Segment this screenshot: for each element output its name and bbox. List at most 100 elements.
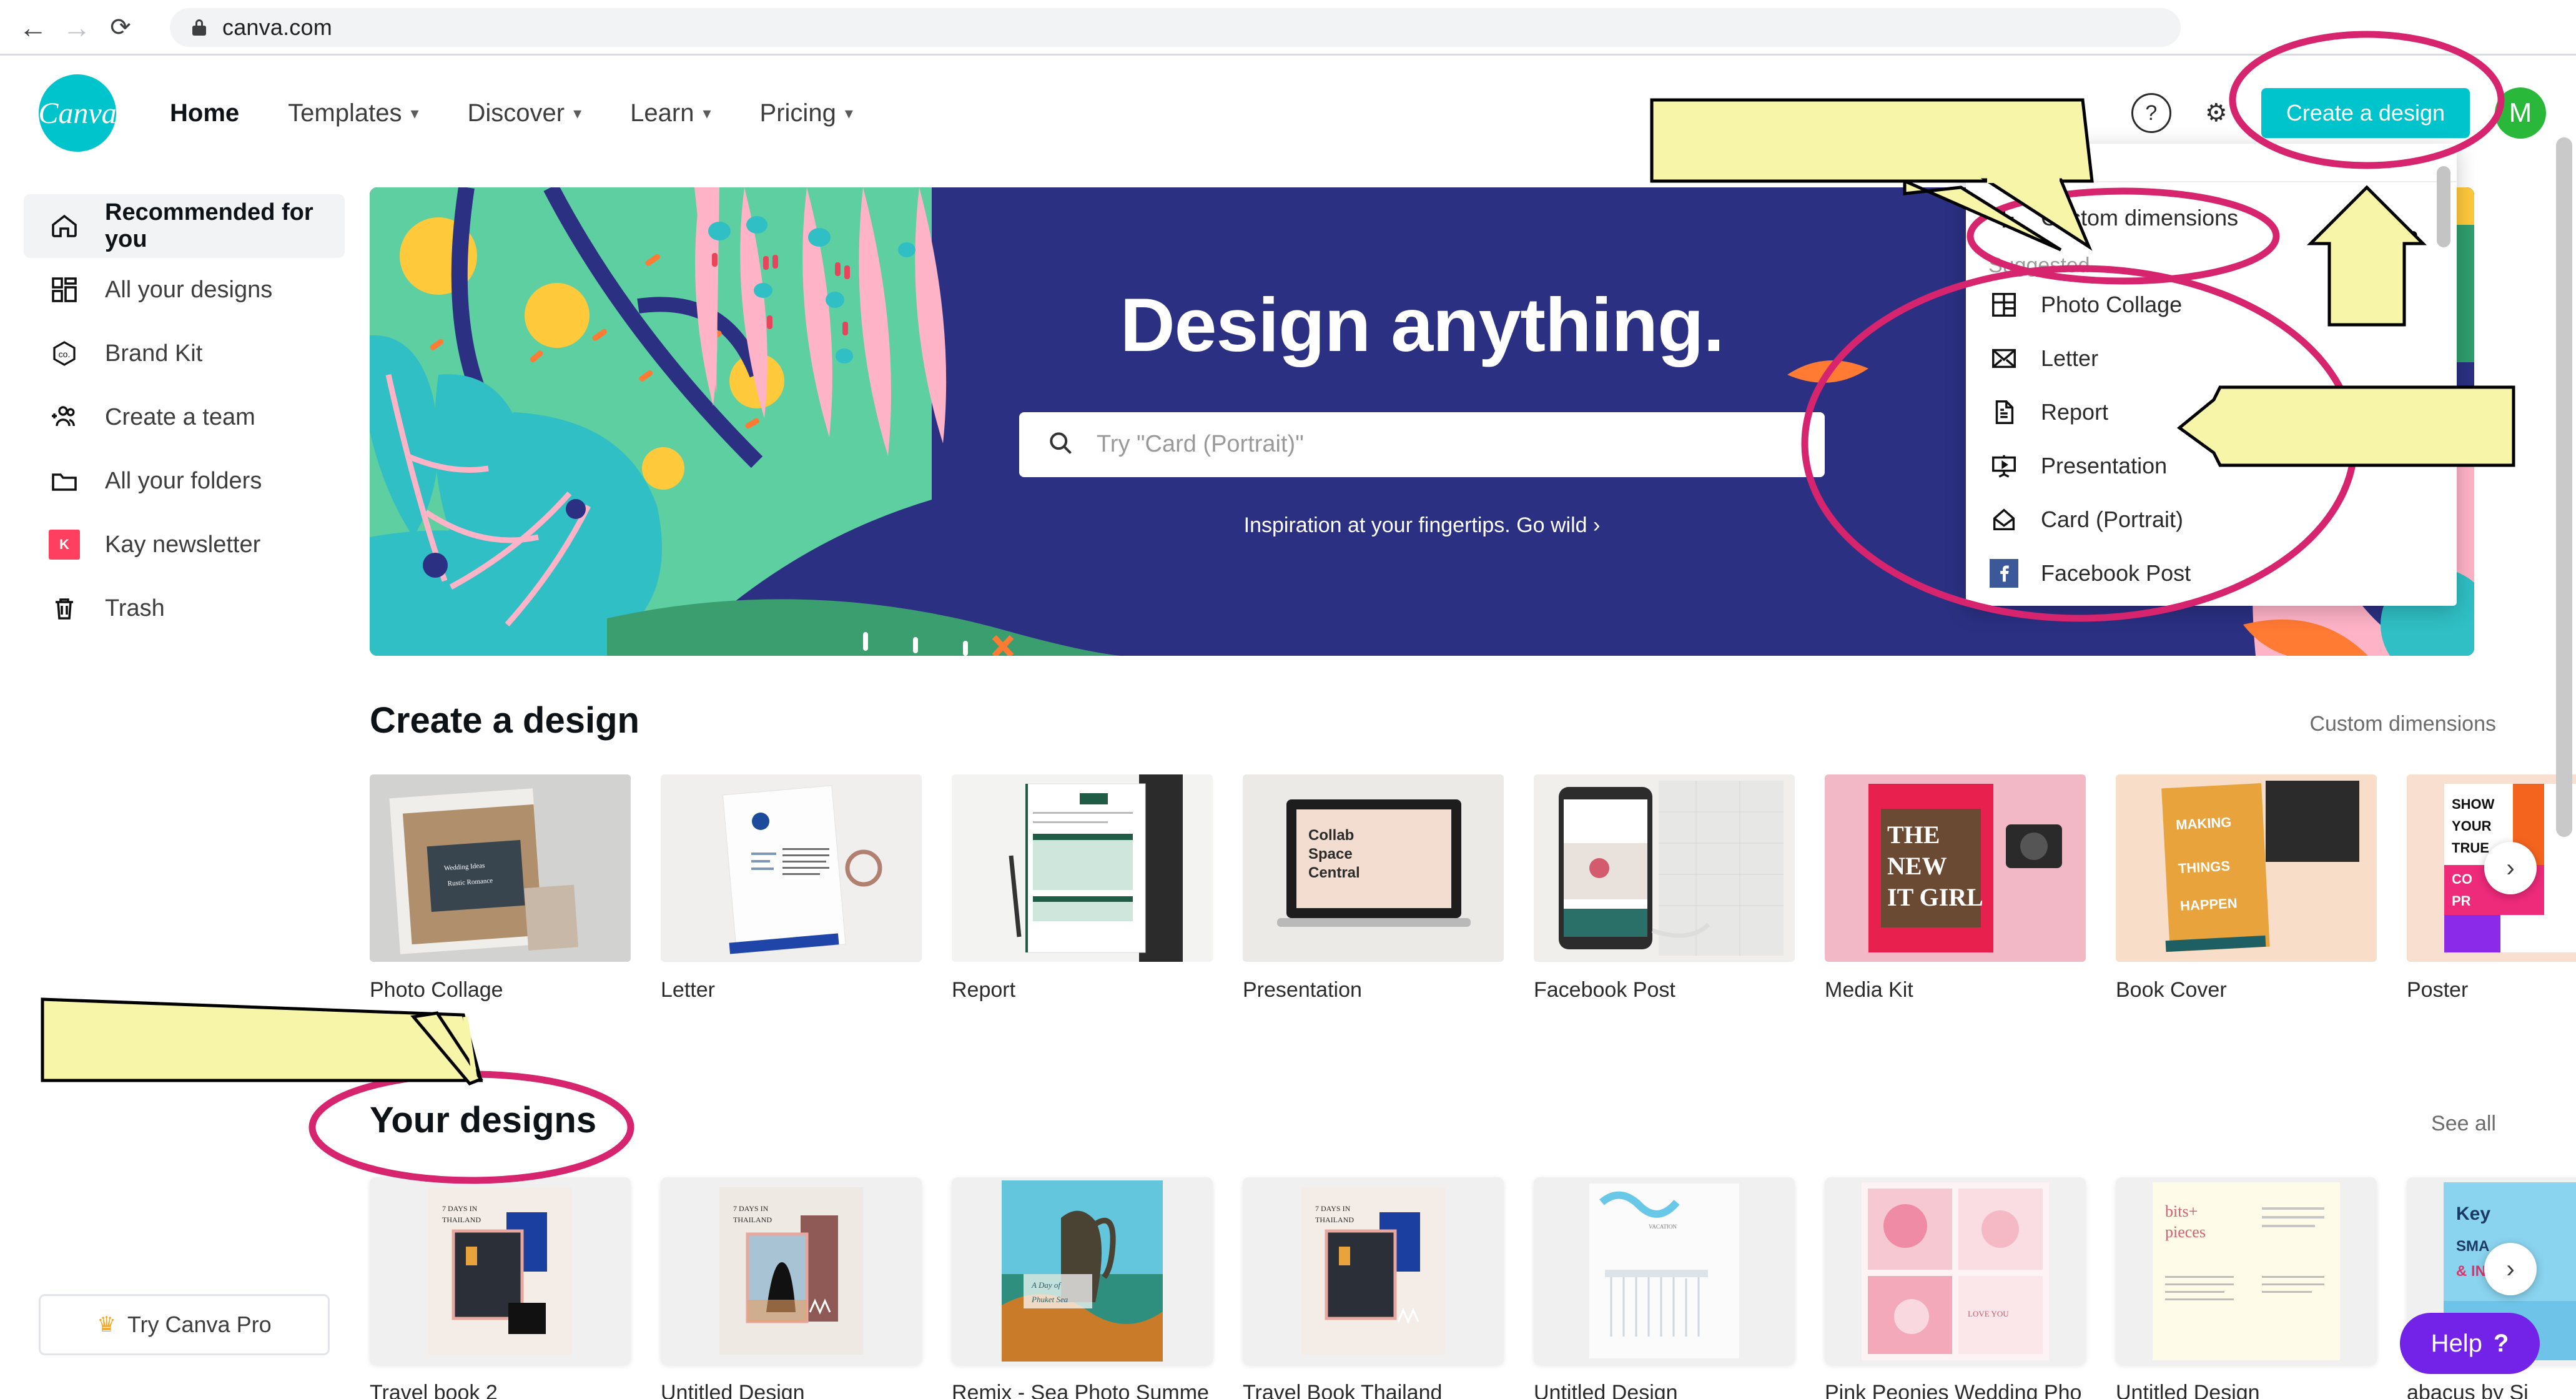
avatar[interactable]: M [2495,87,2546,139]
sidebar-item-label: All your designs [105,276,273,303]
create-design-carousel: Wedding Ideas Rustic Romance Photo Colla… [370,774,2576,1002]
question-mark-icon[interactable]: ? [2131,93,2171,133]
question-mark-icon: ? [2493,1329,2509,1357]
open-envelope-icon [1988,504,2020,535]
try-canva-pro-button[interactable]: ♛ Try Canva Pro [39,1294,330,1355]
design-type-card[interactable]: THE NEW IT GIRL Media Kit [1825,774,2086,1002]
create-section-title: Create a design [370,700,639,741]
canva-logo[interactable]: Canva [38,74,117,152]
design-card[interactable]: bits+ pieces Untitled Design [2116,1177,2377,1399]
svg-text:SMA: SMA [2456,1238,2489,1255]
gear-icon[interactable]: ⚙ [2196,93,2236,133]
sidebar-item-recommended[interactable]: Recommended for you [24,194,345,258]
design-type-card[interactable]: MAKING THINGS HAPPEN Book Cover [2116,774,2377,1002]
design-type-card[interactable]: Letter [661,774,922,1002]
sidebar-item-trash[interactable]: Trash [24,576,345,640]
letter-thumb [661,774,922,962]
sidebar-item-kay-newsletter[interactable]: K Kay newsletter [24,513,345,576]
address-bar[interactable]: canva.com [170,8,2181,47]
k-badge-icon: K [49,529,80,560]
page-scrollbar[interactable] [2556,137,2572,837]
dropdown-item-photo-collage[interactable]: Photo Collage [1966,278,2457,332]
sidebar-item-all-folders[interactable]: All your folders [24,449,345,513]
help-label: Help [2430,1329,2482,1357]
design-type-card[interactable]: Facebook Post [1534,774,1795,1002]
sidebar-item-brand-kit[interactable]: co. Brand Kit [24,322,345,385]
forward-arrow-icon[interactable]: → [55,6,99,49]
design-type-card[interactable]: Report [952,774,1213,1002]
create-a-design-button[interactable]: Create a design [2261,88,2470,138]
nav-label: Learn [630,99,694,127]
design-type-card[interactable]: Wedding Ideas Rustic Romance Photo Colla… [370,774,631,1002]
inspiration-link[interactable]: Inspiration at your fingertips. Go wild … [1244,513,1601,538]
card-label: Travel Book Thailand [1243,1381,1443,1399]
svg-text:THE: THE [1887,821,1940,849]
svg-text:THAILAND: THAILAND [733,1215,772,1224]
reload-icon[interactable]: ⟳ [99,6,142,49]
design-type-card[interactable]: SHOW YOUR TRUE CO PR Poster [2407,774,2576,1002]
card-thumbnail: THE NEW IT GIRL [1825,774,2086,962]
dropdown-item-letter[interactable]: Letter [1966,332,2457,385]
design-card[interactable]: 7 DAYS IN THAILAND Travel book 2 [370,1177,631,1399]
dropdown-item-report[interactable]: Report [1966,385,2457,439]
card-label: Book Cover [2116,978,2227,1002]
custom-dimensions-link[interactable]: Custom dimensions [2309,712,2496,736]
card-thumbnail: Collab Space Central [1243,774,1504,962]
nav-item-home[interactable]: Home [170,99,239,127]
dropdown-item-custom-dimensions[interactable]: Custom dimensions [1966,191,2457,245]
chevron-down-icon: ▾ [844,103,853,122]
card-label: abacus by Si [2407,1381,2529,1399]
svg-text:IT GIRL: IT GIRL [1887,883,1983,911]
nav-item-learn[interactable]: Learn ▾ [630,99,711,127]
svg-text:VACATION: VACATION [1649,1224,1677,1230]
dropdown-item-facebook-post[interactable]: Facebook Post [1966,546,2457,600]
chevron-down-icon: ▾ [573,103,582,122]
svg-text:TRUE: TRUE [2452,840,2489,856]
media-kit-thumb: THE NEW IT GIRL [1825,774,2086,962]
nav-item-templates[interactable]: Templates ▾ [288,99,418,127]
nav-item-discover[interactable]: Discover ▾ [468,99,582,127]
help-button[interactable]: Help ? [2400,1313,2540,1374]
design-card[interactable]: 7 DAYS IN THAILAND Travel Book Thailand [1243,1177,1504,1399]
dropdown-search-row[interactable]: Search [1966,144,2457,182]
see-all-link[interactable]: See all [2431,1112,2496,1136]
dropdown-item-label: Letter [2041,345,2099,371]
dropdown-item-label: Presentation [2041,453,2168,478]
sidebar-item-create-team[interactable]: Create a team [24,385,345,449]
search-input[interactable]: Try "Card (Portrait)" [1019,412,1825,477]
card-thumbnail: Wedding Ideas Rustic Romance [370,774,631,962]
design-type-card[interactable]: Collab Space Central Presentation [1243,774,1504,1002]
card-thumbnail [952,774,1213,962]
card-label: Poster [2407,978,2469,1002]
card-label: Presentation [1243,978,1362,1002]
design-card[interactable]: A Day of Phuket Sea Remix - Sea Photo Su… [952,1177,1213,1399]
sidebar-item-all-designs[interactable]: All your designs [24,258,345,322]
svg-text:Key: Key [2456,1204,2490,1224]
sidebar-item-label: Recommended for you [105,199,313,252]
nav-item-pricing[interactable]: Pricing ▾ [760,99,853,127]
dropdown-item-presentation[interactable]: Presentation [1966,439,2457,493]
design-thumbnail: bits+ pieces [2116,1177,2377,1365]
card-label: Facebook Post [1534,978,1675,1002]
design-card[interactable]: 7 DAYS IN THAILAND Untitled Design [661,1177,922,1399]
design-thumbnail: 7 DAYS IN THAILAND [661,1177,922,1365]
design-card[interactable]: LOVE YOU Pink Peonies Wedding Pho [1825,1177,2086,1399]
photo-collage-thumb: Wedding Ideas Rustic Romance [370,774,631,962]
chevron-right-icon[interactable]: › [2484,842,2537,894]
suggested-label: Suggested [1988,254,2090,277]
sidebar-item-label: Kay newsletter [105,531,261,558]
nav-label: Home [170,99,240,127]
dropdown-item-card-portrait[interactable]: Card (Portrait) [1966,493,2457,546]
chevron-right-icon[interactable]: › [2484,1243,2537,1295]
plus-icon [1988,202,2020,234]
dropdown-scrollbar[interactable] [2437,166,2450,247]
main-navigation: Home Templates ▾ Discover ▾ Learn ▾ Pricing… [170,99,853,127]
nav-label: Templates [288,99,402,127]
design-thumbnail: VACATION [1534,1177,1795,1365]
design-thumbnail: 7 DAYS IN THAILAND [1243,1177,1504,1365]
trash-icon [49,593,80,624]
sidebar-item-label: Create a team [105,403,255,430]
crown-icon: ♛ [97,1313,116,1337]
back-arrow-icon[interactable]: ← [11,6,55,49]
design-card[interactable]: VACATION Untitled Design [1534,1177,1795,1399]
